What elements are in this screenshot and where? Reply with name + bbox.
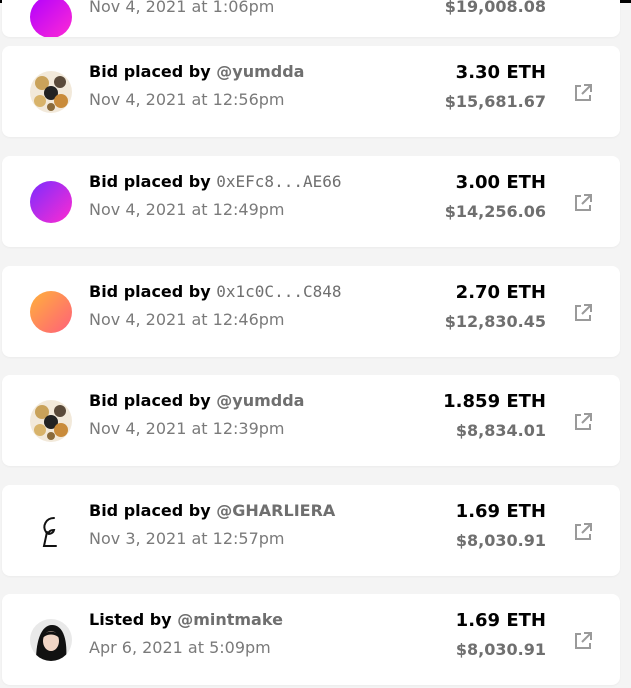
activity-action: Bid placed by: [89, 501, 211, 520]
usd-amount: $8,030.91: [455, 640, 546, 659]
external-link-icon[interactable]: [572, 82, 594, 104]
activity-date: Nov 4, 2021 at 12:56pm: [89, 90, 285, 109]
eth-amount: 3.00 ETH: [455, 172, 546, 193]
activity-title: Bid placed by @yumdda: [89, 391, 304, 410]
activity-item[interactable]: Bid placed by @yumdda Nov 4, 2021 at 12:…: [2, 46, 620, 137]
activity-date: Nov 4, 2021 at 12:46pm: [89, 310, 285, 329]
activity-title: Listed by @mintmake: [89, 610, 283, 629]
eth-amount: 2.70 ETH: [455, 282, 546, 303]
external-link-icon[interactable]: [572, 192, 594, 214]
activity-date: Apr 6, 2021 at 5:09pm: [89, 638, 271, 657]
portrait-avatar-icon: [30, 619, 72, 661]
avatar: [30, 510, 72, 552]
external-link-icon[interactable]: [572, 411, 594, 433]
usd-amount: $8,030.91: [455, 531, 546, 550]
activity-title: Bid placed by @yumdda: [89, 62, 304, 81]
usd-amount: $12,830.45: [444, 312, 546, 331]
activity-action: Bid placed by: [89, 172, 211, 191]
usd-amount: $15,681.67: [444, 92, 546, 111]
user-link[interactable]: @GHARLIERA: [216, 501, 335, 520]
activity-item[interactable]: Listed by @mintmake Apr 6, 2021 at 5:09p…: [2, 594, 620, 685]
external-link-icon[interactable]: [572, 302, 594, 324]
user-link[interactable]: @mintmake: [177, 610, 283, 629]
activity-item[interactable]: Bid placed by 0x1c0C...C848 Nov 4, 2021 …: [2, 266, 620, 357]
activity-action: Bid placed by: [89, 282, 211, 301]
wallet-address-link[interactable]: 0xEFc8...AE66: [216, 172, 341, 191]
activity-date: Nov 3, 2021 at 12:57pm: [89, 529, 285, 548]
eth-amount: 1.69 ETH: [455, 610, 546, 631]
activity-title: Bid placed by 0xEFc8...AE66: [89, 172, 342, 191]
avatar: [30, 71, 72, 113]
activity-action: Bid placed by: [89, 391, 211, 410]
calligraphy-logo-icon: [30, 510, 72, 552]
user-link[interactable]: @yumdda: [216, 62, 304, 81]
external-link-icon[interactable]: [572, 630, 594, 652]
activity-title: Bid placed by @GHARLIERA: [89, 501, 335, 520]
activity-action: Listed by: [89, 610, 172, 629]
activity-date: Nov 4, 2021 at 12:49pm: [89, 200, 285, 219]
activity-action: Bid placed by: [89, 62, 211, 81]
usd-amount: $19,008.08: [444, 0, 546, 16]
usd-amount: $8,834.01: [455, 421, 546, 440]
avatar: [30, 0, 72, 37]
photo-collage-avatar-icon: [30, 400, 72, 442]
external-link-icon[interactable]: [572, 521, 594, 543]
avatar: [30, 619, 72, 661]
activity-item[interactable]: Bid placed by 0xEFc8...AE66 Nov 4, 2021 …: [2, 156, 620, 247]
wallet-address-link[interactable]: 0x1c0C...C848: [216, 282, 341, 301]
photo-collage-avatar-icon: [30, 71, 72, 113]
gradient-avatar-icon: [30, 291, 72, 333]
activity-item-partial[interactable]: Nov 4, 2021 at 1:06pm $19,008.08: [2, 0, 620, 37]
eth-amount: 3.30 ETH: [455, 62, 546, 83]
avatar: [30, 181, 72, 223]
gradient-avatar-icon: [30, 181, 72, 223]
usd-amount: $14,256.06: [444, 202, 546, 221]
eth-amount: 1.859 ETH: [443, 391, 546, 412]
activity-date: Nov 4, 2021 at 1:06pm: [89, 0, 275, 16]
eth-amount: 1.69 ETH: [455, 501, 546, 522]
activity-title: Bid placed by 0x1c0C...C848: [89, 282, 342, 301]
avatar: [30, 400, 72, 442]
activity-item[interactable]: Bid placed by @GHARLIERA Nov 3, 2021 at …: [2, 485, 620, 576]
user-link[interactable]: @yumdda: [216, 391, 304, 410]
avatar: [30, 291, 72, 333]
activity-date: Nov 4, 2021 at 12:39pm: [89, 419, 285, 438]
activity-item[interactable]: Bid placed by @yumdda Nov 4, 2021 at 12:…: [2, 375, 620, 466]
gradient-avatar-icon: [30, 0, 72, 37]
